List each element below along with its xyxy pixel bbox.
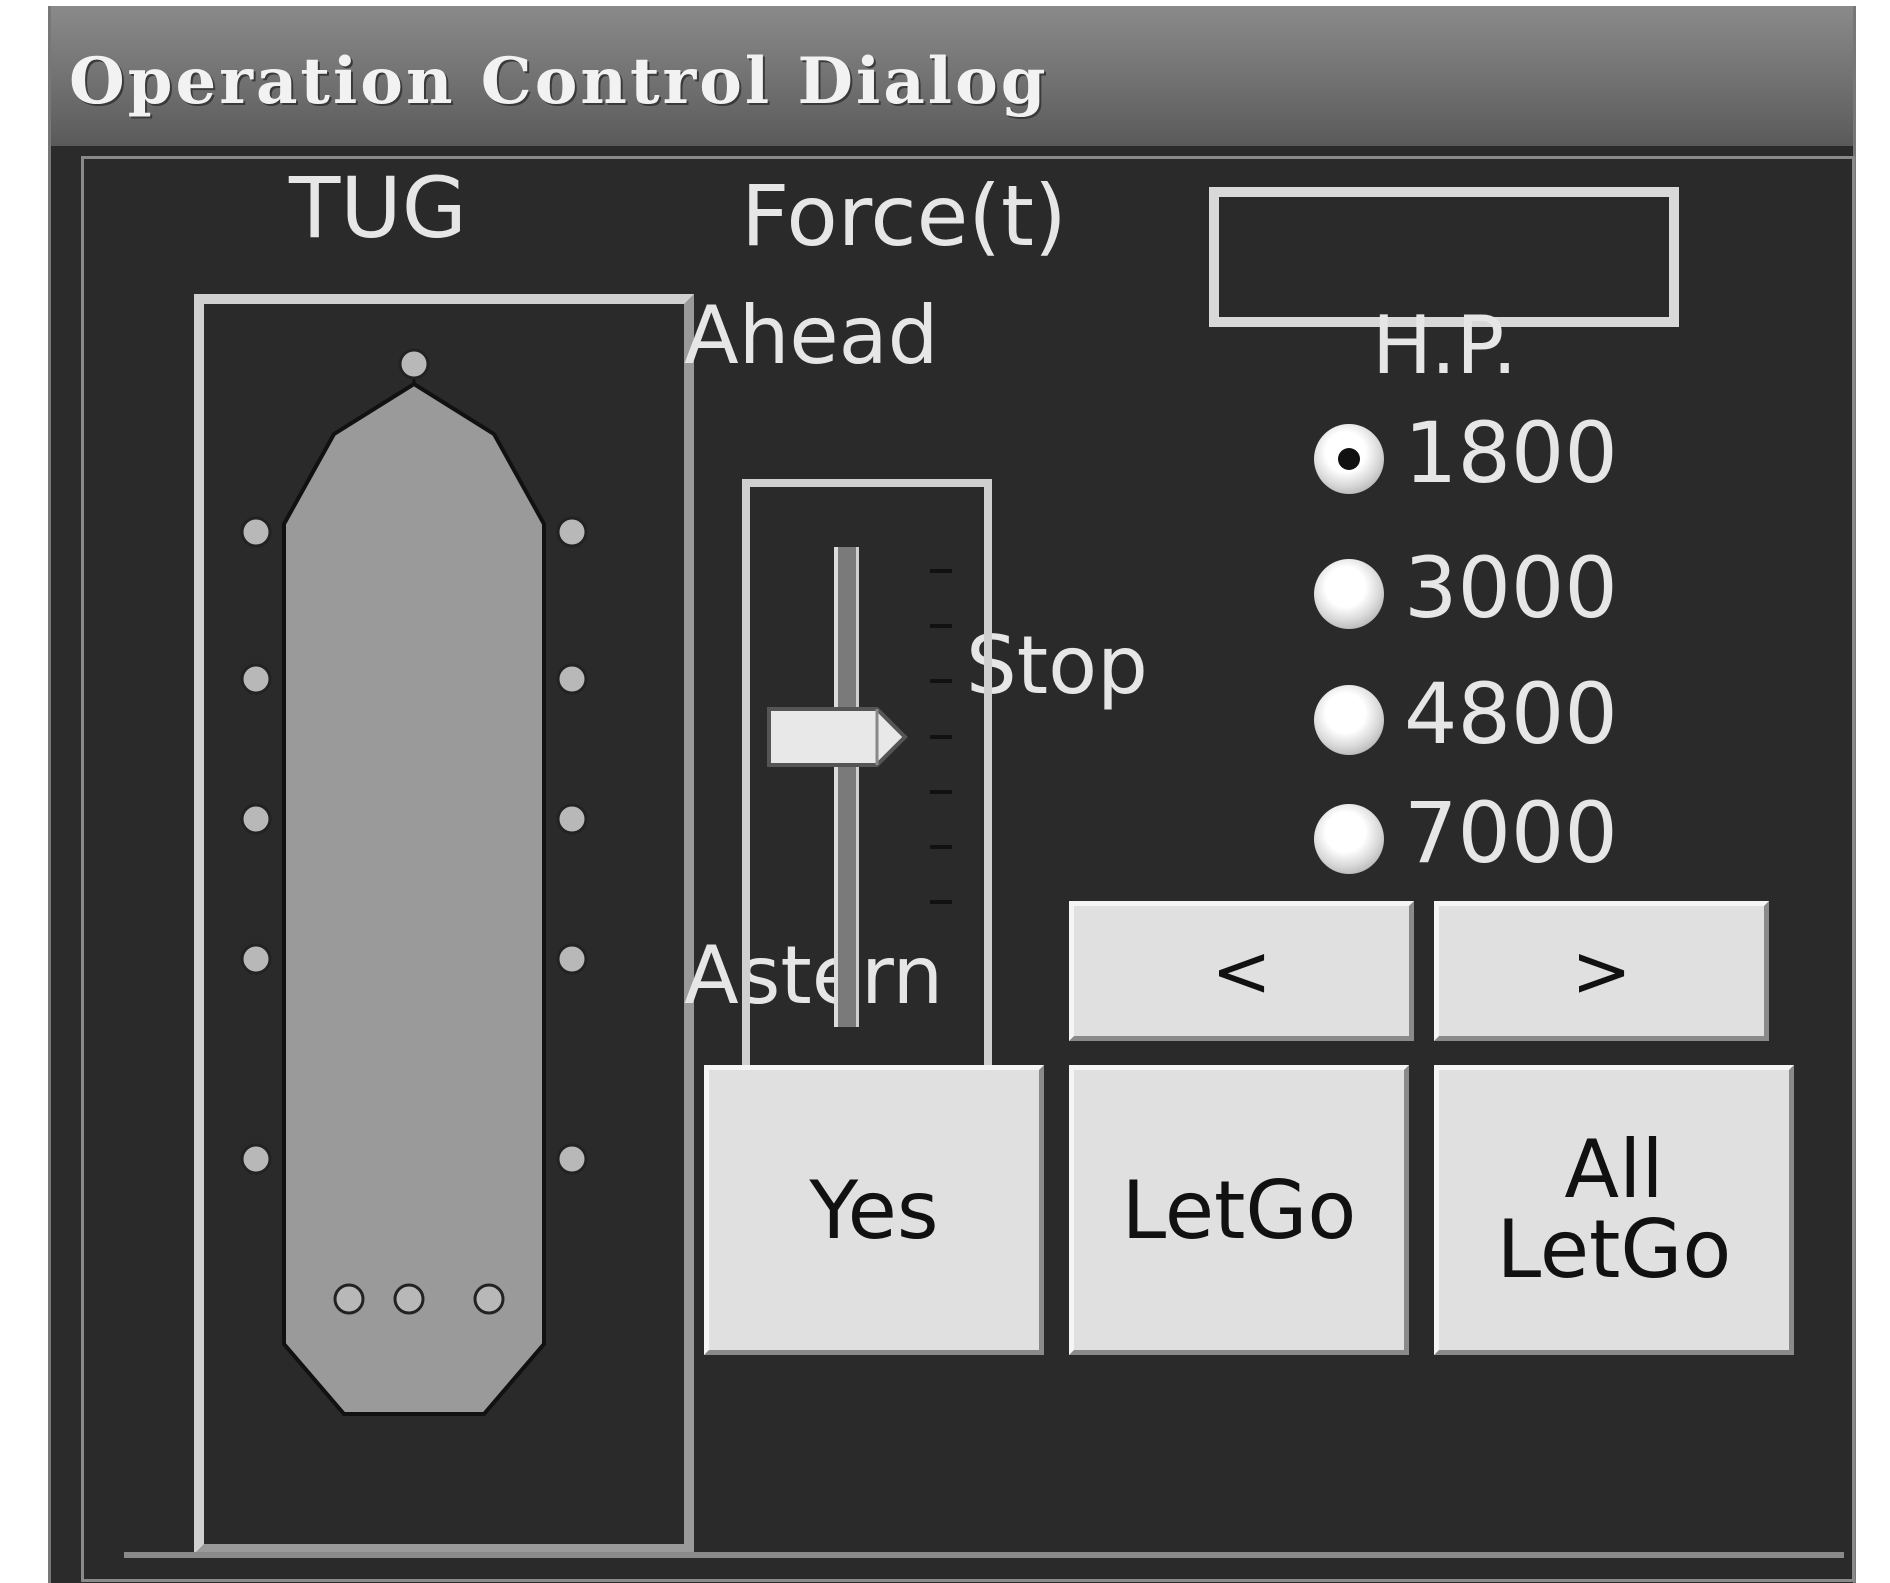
slider-tick bbox=[930, 569, 952, 573]
attach-point-stern-3 bbox=[473, 1283, 505, 1315]
force-label: Force(t) bbox=[741, 167, 1067, 265]
attach-point-stbd-3 bbox=[556, 803, 588, 835]
attach-point-stbd-1 bbox=[556, 516, 588, 548]
slider-tick bbox=[930, 900, 952, 904]
attach-point-port-5 bbox=[240, 1143, 272, 1175]
hp-radio-7000[interactable] bbox=[1314, 804, 1384, 874]
hp-option-label: 3000 bbox=[1404, 539, 1618, 637]
bottom-divider bbox=[124, 1552, 1844, 1558]
tug-hull bbox=[282, 381, 546, 1416]
all-letgo-button[interactable]: All LetGo bbox=[1434, 1065, 1794, 1355]
yes-button[interactable]: Yes bbox=[704, 1065, 1044, 1355]
tug-label: TUG bbox=[289, 159, 467, 257]
all-letgo-line1: All bbox=[1564, 1123, 1664, 1216]
attach-point-stern-1 bbox=[333, 1283, 365, 1315]
attach-point-port-4 bbox=[240, 943, 272, 975]
attach-point-stbd-2 bbox=[556, 663, 588, 695]
throttle-slider[interactable] bbox=[742, 479, 992, 1089]
stop-label: Stop bbox=[966, 619, 1148, 712]
hp-radio-3000[interactable] bbox=[1314, 559, 1384, 629]
attach-point-stbd-5 bbox=[556, 1143, 588, 1175]
title-bar[interactable]: Operation Control Dialog bbox=[51, 6, 1853, 146]
letgo-button[interactable]: LetGo bbox=[1069, 1065, 1409, 1355]
tug-hull-diagram bbox=[240, 348, 588, 1416]
tug-diagram-frame bbox=[194, 294, 694, 1554]
attach-point-stbd-4 bbox=[556, 943, 588, 975]
all-letgo-line2: LetGo bbox=[1496, 1203, 1732, 1296]
hp-option-label: 1800 bbox=[1404, 404, 1618, 502]
previous-button[interactable]: < bbox=[1069, 901, 1414, 1041]
slider-tick bbox=[930, 790, 952, 794]
slider-tick bbox=[930, 624, 952, 628]
slider-track[interactable] bbox=[834, 547, 859, 1027]
window-title: Operation Control Dialog bbox=[69, 44, 1049, 119]
next-button[interactable]: > bbox=[1434, 901, 1769, 1041]
operation-control-dialog: Operation Control Dialog TUG Force(t) Ah… bbox=[48, 6, 1856, 1583]
hp-radio-1800[interactable] bbox=[1314, 424, 1384, 494]
dialog-body: TUG Force(t) Ahead Stop Astern H.P. 1800… bbox=[81, 156, 1855, 1582]
hp-label: H.P. bbox=[1372, 299, 1518, 392]
ahead-label: Ahead bbox=[684, 289, 939, 382]
radio-selected-dot bbox=[1338, 448, 1360, 470]
slider-tick bbox=[930, 735, 952, 739]
slider-tick bbox=[930, 845, 952, 849]
hp-radio-4800[interactable] bbox=[1314, 685, 1384, 755]
attach-point-port-2 bbox=[240, 663, 272, 695]
attach-point-bow bbox=[398, 348, 430, 380]
attach-point-stern-2 bbox=[393, 1283, 425, 1315]
hp-option-label: 7000 bbox=[1404, 784, 1618, 882]
attach-point-port-1 bbox=[240, 516, 272, 548]
hp-option-label: 4800 bbox=[1404, 665, 1618, 763]
attach-point-port-3 bbox=[240, 803, 272, 835]
slider-tick bbox=[930, 679, 952, 683]
slider-thumb[interactable] bbox=[765, 703, 915, 773]
